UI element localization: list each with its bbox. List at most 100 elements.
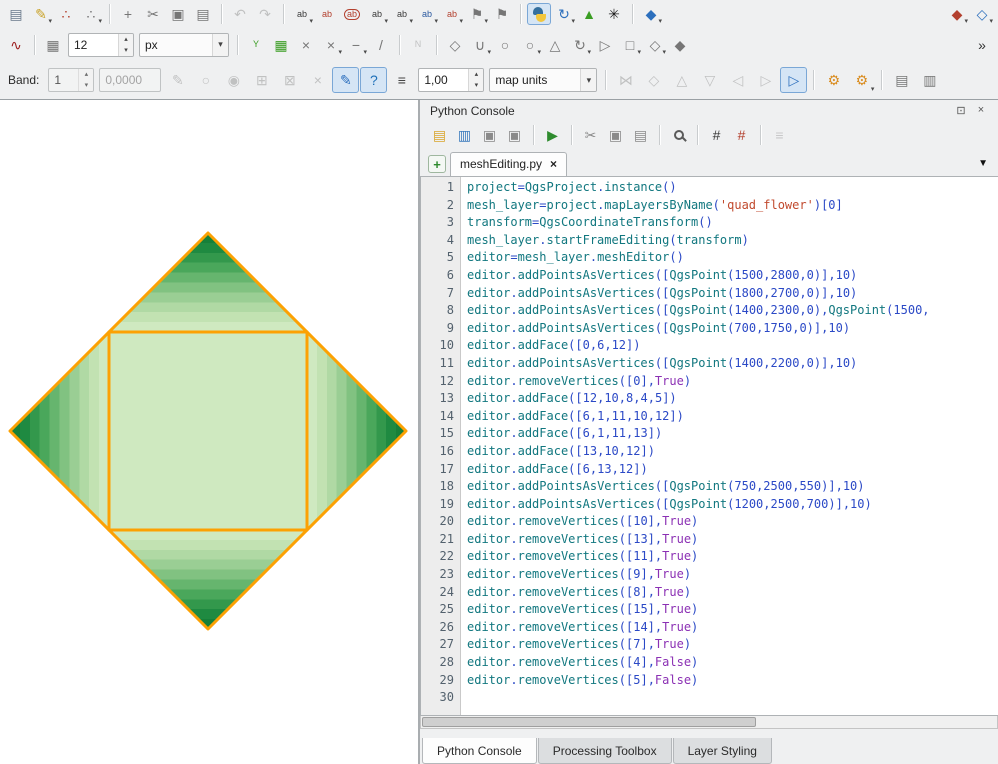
refresh-map-icon[interactable]: ↻▾ [552,3,576,25]
spinner-arrows-icon[interactable]: ▴▾ [468,69,483,91]
search-radius-spinbox[interactable]: 1,00▴▾ [418,68,484,92]
code-line[interactable]: editor.addFace([12,10,8,4,5]) [467,390,998,408]
save-as-icon[interactable]: ▣ [503,124,526,146]
band-spinbox[interactable]: 1▴▾ [48,68,94,92]
spinner-arrows-icon[interactable]: ▴▾ [118,34,133,56]
annotation-pencil-icon[interactable]: ✎▾ [29,3,53,25]
rotate-icon[interactable]: ↻▾ [568,34,592,56]
rotate-symbols-icon[interactable]: ◇▾ [643,34,667,56]
code-line[interactable]: editor.addFace([13,10,12]) [467,443,998,461]
reshape-icon[interactable]: ◇ [443,34,467,56]
z-value-field[interactable]: 0,0000 [99,68,161,92]
code-line[interactable]: editor.removeVertices([9],True) [467,566,998,584]
paste-features-icon[interactable]: ▤ [191,3,215,25]
code-line[interactable]: editor.addPointsAsVertices([QgsPoint(700… [467,320,998,338]
code-line[interactable]: editor.removeVertices([7],True) [467,636,998,654]
code-line[interactable]: editor.removeVertices([14],True) [467,619,998,637]
units-combobox[interactable]: px▾ [139,33,229,57]
code-line[interactable]: editor.addPointsAsVertices([QgsPoint(140… [467,355,998,373]
plugin-bug-icon[interactable]: ✳ [602,3,626,25]
find-text-icon[interactable] [667,124,690,146]
code-line[interactable]: transform=QgsCoordinateTransform() [467,214,998,232]
code-line[interactable]: editor.removeVertices([5],False) [467,672,998,690]
code-line[interactable]: editor.addPointsAsVertices([QgsPoint(140… [467,302,998,320]
dock-tab-processing-toolbox[interactable]: Processing Toolbox [538,738,672,764]
code-line[interactable]: editor.removeVertices([15],True) [467,601,998,619]
offset-curve-icon[interactable]: ∪▾ [468,34,492,56]
options-gear-icon[interactable]: ⚙ [820,67,847,93]
slingshot-icon[interactable]: Y [244,34,268,56]
uncomment-icon[interactable]: # [730,124,753,146]
delete-icon[interactable]: × [294,34,318,56]
topology-checker-icon[interactable]: ◆▾ [945,3,969,25]
code-line[interactable]: editor.addPointsAsVertices([QgsPoint(180… [467,285,998,303]
gray-nodes-icon[interactable]: ∴▾ [79,3,103,25]
dash-icon[interactable]: −▾ [344,34,368,56]
editor-tab-meshediting[interactable]: meshEditing.py × [450,152,567,176]
code-line[interactable]: editor.addPointsAsVertices([QgsPoint(120… [467,496,998,514]
code-line[interactable]: editor.addFace([0,6,12]) [467,337,998,355]
open-script-icon[interactable]: ▤ [428,124,451,146]
add-part-icon[interactable]: △ [543,34,567,56]
red-nodes-icon[interactable]: ∴ [54,3,78,25]
spinner-arrows-icon[interactable]: ▴▾ [78,69,93,91]
label-red-icon[interactable]: ab [315,3,339,25]
hscroll-thumb[interactable] [422,717,756,727]
float-panel-icon[interactable]: ⊡ [954,104,968,117]
code-line[interactable]: editor.addFace([6,1,11,13]) [467,425,998,443]
code-line[interactable]: editor.removeVertices([13],True) [467,531,998,549]
mesh-wave-icon[interactable]: ∿ [4,34,28,56]
cut-icon[interactable]: ✂ [579,124,602,146]
ring-icon[interactable]: ○ [493,34,517,56]
code-line[interactable]: mesh_layer.startFrameEditing(transform) [467,232,998,250]
label-dark-icon[interactable]: ab▾ [365,3,389,25]
pin-labels-icon[interactable]: ⚑▾ [465,3,489,25]
save-icon[interactable]: ▣ [478,124,501,146]
processing-model-icon[interactable]: ▲ [577,3,601,25]
metasearch-icon[interactable]: ◆▾ [639,3,663,25]
code-line[interactable]: editor.removeVertices([0],True) [467,373,998,391]
code-line[interactable]: editor.addPointsAsVertices([QgsPoint(750… [467,478,998,496]
dock-tab-layer-styling[interactable]: Layer Styling [673,738,772,764]
dock-tab-python-console[interactable]: Python Console [422,738,537,764]
tab-list-dropdown-icon[interactable]: ▼ [978,158,992,176]
lines-icon[interactable]: ≡ [388,67,415,93]
code-line[interactable]: editor.removeVertices([11],True) [467,548,998,566]
comment-icon[interactable]: # [705,124,728,146]
reindex-icon[interactable]: ▤ [888,67,915,93]
label-red2-icon[interactable]: ab▾ [440,3,464,25]
map-canvas[interactable] [0,100,418,764]
code-line[interactable]: project=QgsProject.instance() [467,179,998,197]
close-tab-icon[interactable]: × [550,157,557,171]
geometry-checker-icon[interactable]: ◇▾ [970,3,994,25]
add-ring-icon[interactable]: ○▾ [518,34,542,56]
cut-features-icon[interactable]: ✂ [141,3,165,25]
add-gear-icon[interactable]: ⚙▾ [848,67,875,93]
code-line[interactable]: editor.addPointsAsVertices([QgsPoint(150… [467,267,998,285]
delete-arrow-icon[interactable]: ×▾ [319,34,343,56]
label-dark2-icon[interactable]: ab▾ [390,3,414,25]
merge-icon[interactable]: □▾ [618,34,642,56]
code-line[interactable]: editor.removeVertices([8],True) [467,584,998,602]
code-line[interactable]: mesh_layer=project.mapLayersByName('quad… [467,197,998,215]
python-console-icon[interactable] [527,3,551,25]
copy-features-icon[interactable]: ▣ [166,3,190,25]
toolbar-extension-icon[interactable]: » [970,34,994,56]
question-tool-icon[interactable]: ? [360,67,387,93]
code-area[interactable]: project=QgsProject.instance()mesh_layer=… [461,177,998,715]
export-mesh-icon[interactable]: ▥ [916,67,943,93]
copy-icon[interactable]: ▣ [604,124,627,146]
green-map-icon[interactable]: ▦ [269,34,293,56]
move-feature-icon[interactable]: + [116,3,140,25]
offset-symbol-icon[interactable]: ◆ [668,34,692,56]
code-line[interactable]: editor.addFace([6,13,12]) [467,461,998,479]
code-line[interactable]: editor.removeVertices([4],False) [467,654,998,672]
snapping-grid-icon[interactable]: ▦ [41,34,65,56]
style-dock-icon[interactable]: ▤ [4,3,28,25]
code-line[interactable]: editor=mesh_layer.meshEditor() [467,249,998,267]
paste-icon[interactable]: ▤ [629,124,652,146]
open-in-editor-icon[interactable]: ▥ [453,124,476,146]
size-spinbox[interactable]: 12▴▾ [68,33,134,57]
code-line[interactable]: editor.removeVertices([10],True) [467,513,998,531]
edit-mesh-pencil-icon[interactable]: ✎ [332,67,359,93]
